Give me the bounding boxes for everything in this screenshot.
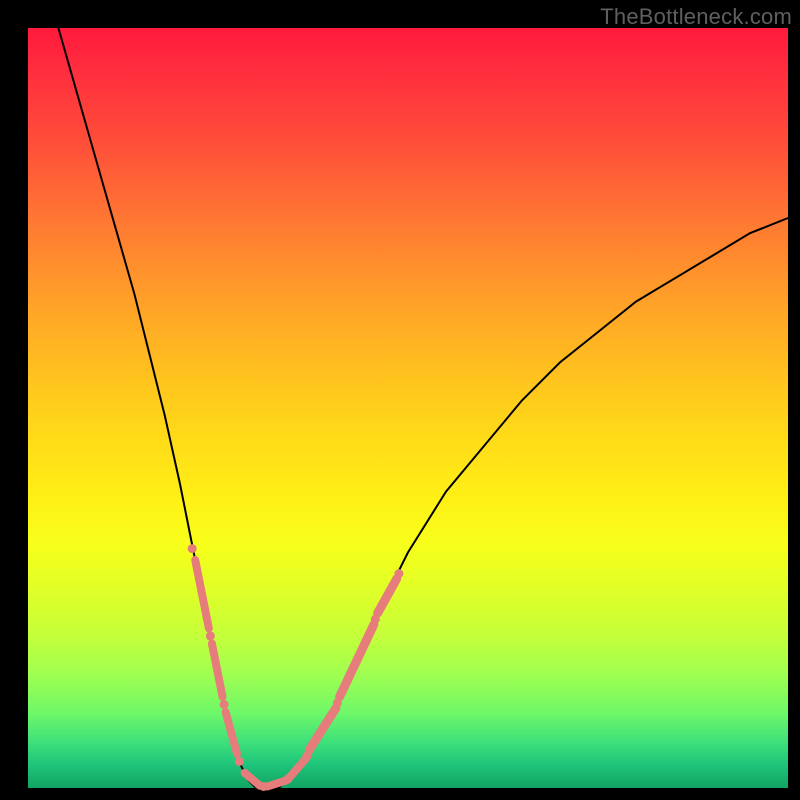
- plot-area: [28, 28, 788, 788]
- marker-dot: [206, 631, 215, 640]
- marker-segment: [309, 708, 336, 750]
- marker-segment: [340, 625, 374, 697]
- watermark-label: TheBottleneck.com: [600, 4, 792, 30]
- chart-svg: [28, 28, 788, 788]
- marker-segment: [290, 759, 305, 776]
- marker-dot: [259, 782, 268, 791]
- marker-segment: [226, 712, 237, 754]
- chart-frame: TheBottleneck.com: [0, 0, 800, 800]
- marker-dot: [235, 757, 244, 766]
- marker-dot: [302, 752, 311, 761]
- marker-dot: [220, 700, 229, 709]
- marker-segment: [195, 560, 209, 628]
- marker-segment: [378, 579, 397, 613]
- marker-segment: [245, 773, 260, 786]
- marker-dot: [333, 698, 342, 707]
- marker-segment: [267, 780, 286, 786]
- marker-dot: [394, 569, 403, 578]
- marker-segment: [212, 644, 223, 697]
- bottleneck-curve: [58, 28, 788, 788]
- marker-dot: [188, 544, 197, 553]
- marker-dot: [283, 774, 292, 783]
- marker-dot: [371, 615, 380, 624]
